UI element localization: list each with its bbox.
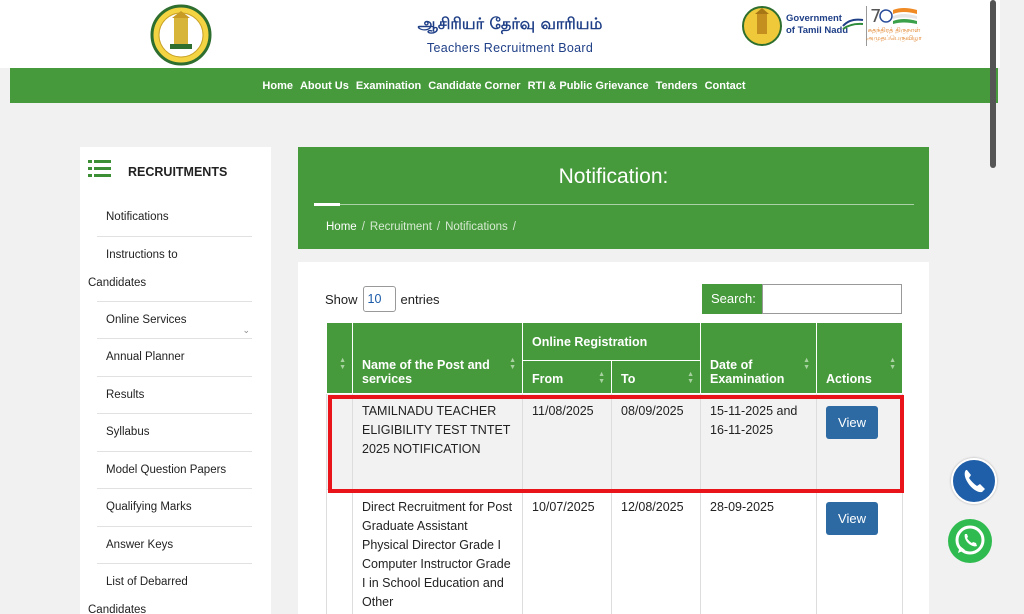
sidebar-item-instructions[interactable]: Instructions to Candidates: [88, 237, 252, 302]
page-title: Notification:: [558, 165, 669, 188]
column-group-online-registration: Online Registration: [521, 322, 702, 361]
column-header-label: Date of Examination: [710, 358, 785, 386]
sidebar-item-answer-keys[interactable]: Answer Keys: [97, 527, 252, 564]
sort-icon: ▲ ▼: [687, 371, 695, 385]
government-label: Government of Tamil Nadu: [786, 13, 848, 37]
actions-cell: View: [816, 489, 904, 614]
view-button[interactable]: View: [826, 406, 878, 439]
sidebar-list: Notifications Instructions to Candidates…: [88, 199, 252, 614]
post-name-cell: Direct Recruitment for Post Graduate Ass…: [352, 489, 523, 614]
breadcrumb-separator: /: [361, 221, 365, 233]
recruitment-sidebar: RECRUITMENTS Notifications Instructions …: [80, 147, 271, 614]
sidebar-item-label: Candidates: [88, 276, 147, 289]
breadcrumb-separator: /: [512, 221, 516, 233]
breadcrumb-notifications[interactable]: Notifications: [445, 221, 508, 233]
table-row: Direct Recruitment for Post Graduate Ass…: [326, 489, 904, 614]
column-header-label: From: [532, 372, 564, 386]
banner-divider-accent: [314, 203, 340, 206]
nav-home[interactable]: Home: [262, 80, 293, 92]
exam-date-cell: 15-11-2025 and 16-11-2025: [700, 393, 818, 490]
notifications-panel: Show 10 entries Search: ▲ ▼ Name of the P…: [298, 262, 929, 614]
search-input[interactable]: [762, 284, 902, 314]
page-banner: Notification: Home / Recruitment / Notificat…: [298, 147, 929, 249]
sidebar-item-results[interactable]: Results: [97, 377, 252, 414]
actions-cell: View: [816, 393, 904, 490]
azadi-caption: சுதந்திரத் திருநாள் அமுதப்பெருவிழா: [866, 26, 922, 42]
to-date-cell: 08/09/2025: [610, 393, 702, 490]
brand-title-english: Teachers Recruitment Board: [426, 41, 594, 55]
nav-examination[interactable]: Examination: [356, 80, 421, 92]
entries-control: Show 10 entries: [325, 286, 440, 312]
row-index-cell: [326, 489, 353, 614]
sort-icon: ▲ ▼: [889, 357, 897, 371]
sidebar-item-label: Online Services: [106, 313, 187, 326]
column-header-label: Actions: [826, 372, 872, 386]
main-nav: Home About Us Examination Candidate Corn…: [10, 68, 998, 103]
gov-line-2: of Tamil Nadu: [786, 25, 849, 36]
sidebar-item-label: Instructions to: [106, 248, 178, 261]
phone-call-button[interactable]: [951, 458, 997, 504]
row-index-cell: [326, 393, 353, 490]
list-menu-icon: [88, 160, 111, 177]
sort-icon: ▲ ▼: [509, 357, 516, 371]
column-header-from[interactable]: From ▲ ▼: [522, 360, 612, 394]
show-label: Show: [325, 291, 358, 307]
government-emblem-icon[interactable]: [742, 4, 782, 48]
whatsapp-icon: [955, 525, 985, 555]
sidebar-item-label: Candidates: [88, 604, 147, 614]
entries-label: entries: [400, 291, 440, 307]
sort-icon: ▲ ▼: [803, 357, 811, 371]
post-name-cell: TAMILNADU TEACHER ELIGIBILITY TEST TNTET…: [352, 393, 523, 490]
column-header-actions[interactable]: Actions ▲ ▼: [816, 322, 904, 394]
whatsapp-button[interactable]: [948, 519, 992, 563]
sort-icon: ▲ ▼: [598, 371, 605, 385]
search-control: Search:: [702, 284, 902, 314]
sidebar-item-online-services[interactable]: Online Services ⌄: [97, 302, 252, 339]
exam-date-cell: 28-09-2025: [700, 489, 818, 614]
banner-divider: [314, 204, 914, 205]
sidebar-title: RECRUITMENTS: [128, 165, 228, 179]
page-scrollbar[interactable]: [990, 0, 996, 168]
view-button[interactable]: View: [826, 502, 878, 535]
sidebar-item-qualifying-marks[interactable]: Qualifying Marks: [97, 489, 252, 527]
nav-contact[interactable]: Contact: [705, 80, 746, 92]
column-header-date[interactable]: Date of Examination ▲ ▼: [700, 322, 818, 394]
sidebar-item-label: List of Debarred: [106, 576, 188, 588]
column-header-name[interactable]: Name of the Post and services ▲ ▼: [352, 322, 523, 394]
site-header: ஆசிரியர் தேர்வு வாரியம் Teachers Recruit…: [0, 0, 1000, 68]
sidebar-item-syllabus[interactable]: Syllabus: [97, 414, 252, 452]
column-header-label: To: [621, 372, 636, 386]
entries-select[interactable]: 10: [362, 286, 396, 312]
nav-tenders[interactable]: Tenders: [656, 80, 698, 92]
breadcrumb-recruitment[interactable]: Recruitment: [370, 221, 432, 233]
breadcrumb: Home / Recruitment / Notifications /: [326, 221, 521, 233]
search-label: Search:: [702, 284, 762, 314]
from-date-cell: 11/08/2025: [522, 393, 612, 490]
column-header-index[interactable]: ▲ ▼: [326, 322, 353, 394]
column-header-label: Name of the Post and services: [362, 358, 490, 386]
table-row: TAMILNADU TEACHER ELIGIBILITY TEST TNTET…: [326, 393, 904, 490]
sidebar-item-model-question-papers[interactable]: Model Question Papers: [97, 452, 252, 489]
sidebar-item-notifications[interactable]: Notifications: [97, 199, 252, 237]
phone-icon: [964, 470, 985, 493]
nav-candidate-corner[interactable]: Candidate Corner: [428, 80, 520, 92]
brand-block[interactable]: ஆசிரியர் தேர்வு வாரியம் Teachers Recruit…: [390, 14, 630, 55]
column-header-to[interactable]: To ▲ ▼: [610, 360, 702, 394]
sidebar-item-annual-planner[interactable]: Annual Planner: [97, 339, 252, 377]
from-date-cell: 10/07/2025: [522, 489, 612, 614]
nav-about-us[interactable]: About Us: [300, 80, 349, 92]
breadcrumb-separator: /: [436, 221, 441, 233]
nav-rti-grievance[interactable]: RTI & Public Grievance: [528, 80, 649, 92]
notifications-table: ▲ ▼ Name of the Post and services ▲ ▼ Onlin…: [326, 322, 904, 614]
brand-title-tamil: ஆசிரியர் தேர்வு வாரியம்: [417, 14, 603, 33]
to-date-cell: 12/08/2025: [610, 489, 702, 614]
breadcrumb-home[interactable]: Home: [326, 221, 357, 233]
sort-icon: ▲ ▼: [339, 357, 346, 371]
tamil-nadu-emblem-icon[interactable]: [150, 4, 212, 66]
flag-swoosh-icon: [842, 18, 864, 30]
gov-line-1: Government: [786, 13, 842, 24]
sidebar-item-debarred-candidates[interactable]: List of Debarred Candidates: [88, 564, 252, 614]
